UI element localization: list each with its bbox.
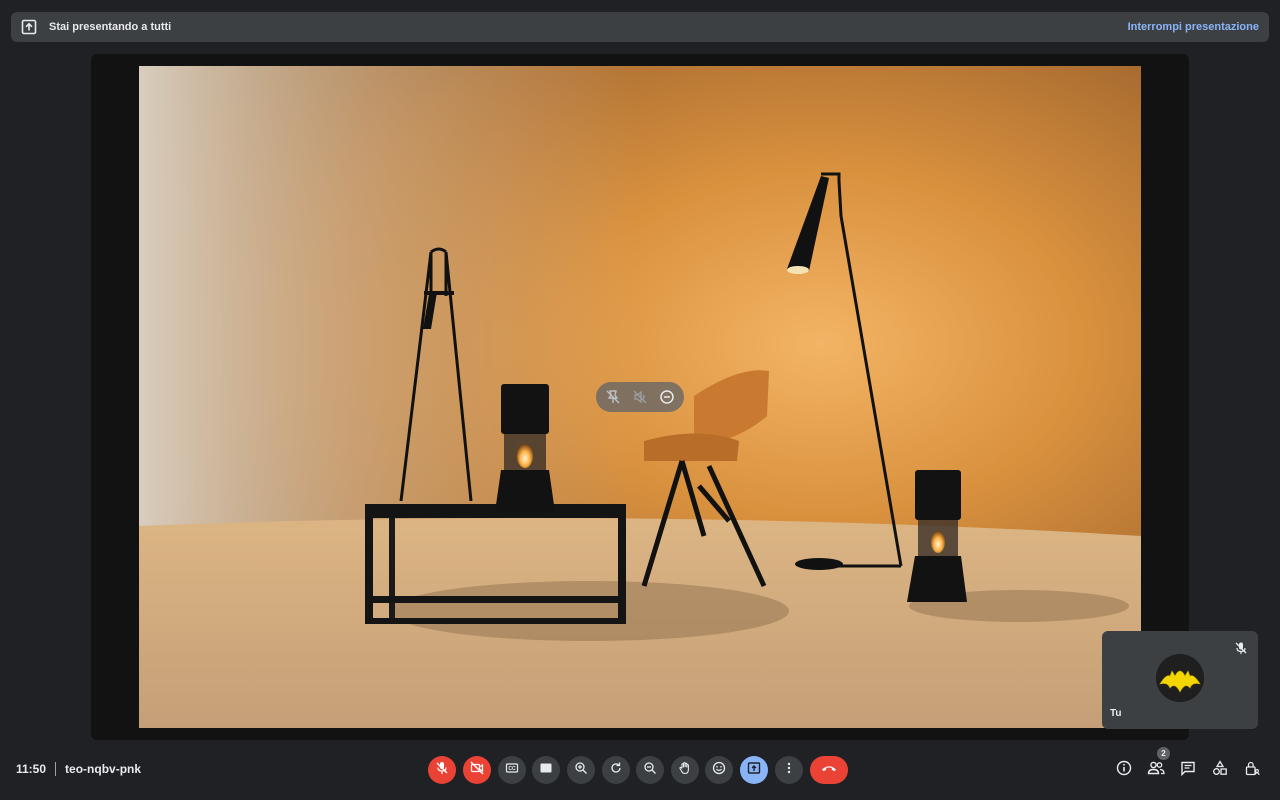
mic-off-button[interactable] [428,756,456,784]
layout-icon [539,761,553,780]
raise-hand-button[interactable] [671,756,699,784]
self-name-label: Tu [1110,708,1122,719]
chat-icon [1180,760,1196,781]
activities-button[interactable] [1210,759,1230,781]
mic-muted-icon [1232,639,1250,657]
captions-button[interactable]: CC [498,756,526,784]
present-screen-icon [21,19,37,35]
people-button[interactable] [1146,760,1166,780]
self-view-tile[interactable]: Tu [1102,631,1258,729]
divider [55,762,57,776]
stop-presenting-button[interactable]: Interrompi presentazione [1128,21,1259,33]
clock-time: 11:50 [16,762,47,776]
meeting-info: 11:50 teo-nqbv-pnk [16,762,141,776]
camera-off-button[interactable] [463,756,491,784]
emoji-icon [712,761,726,780]
leave-call-button[interactable] [810,756,848,784]
rotate-button[interactable] [602,756,630,784]
present-icon [747,761,761,780]
host-controls-button[interactable] [1242,760,1262,780]
meeting-code: teo-nqbv-pnk [65,762,142,776]
call-end-icon [820,761,838,780]
mic-off-icon [435,761,449,780]
tile-hover-controls [596,382,684,412]
people-count-badge: 2 [1157,747,1170,760]
emoji-button[interactable] [705,756,733,784]
chat-button[interactable] [1178,760,1198,780]
zoom-in-icon [574,761,588,780]
rotate-icon [609,761,623,780]
presenting-status-text: Stai presentando a tutti [49,21,172,33]
zoom-out-icon [643,761,657,780]
activities-icon [1212,759,1228,781]
mute-audio-icon[interactable] [627,384,653,410]
layout-button[interactable] [532,756,560,784]
lock-person-icon [1244,760,1260,781]
captions-icon: CC [505,761,519,780]
unpin-icon[interactable] [600,384,626,410]
presenting-banner: Stai presentando a tutti Interrompi pres… [11,12,1269,42]
info-icon [1116,760,1132,781]
more-vert-icon [782,761,796,780]
svg-text:CC: CC [508,766,516,772]
camera-off-icon [470,761,484,780]
hand-icon [678,761,692,780]
present-button[interactable] [740,756,768,784]
bat-logo-icon [1156,654,1204,702]
meeting-details-button[interactable] [1114,760,1134,780]
remove-icon[interactable] [654,384,680,410]
people-icon [1147,760,1165,781]
zoom-out-button[interactable] [636,756,664,784]
more-options-button[interactable] [775,756,803,784]
zoom-in-button[interactable] [567,756,595,784]
